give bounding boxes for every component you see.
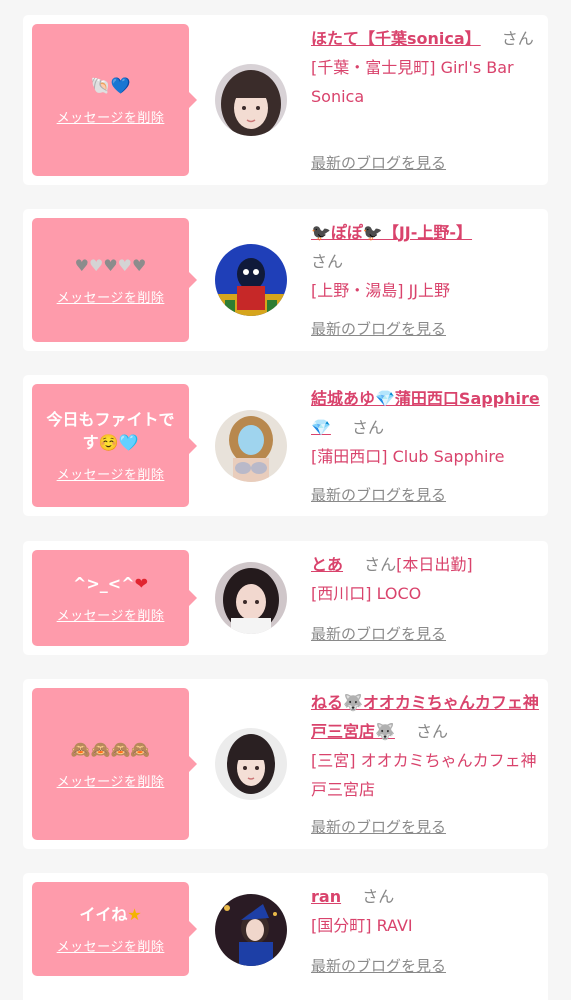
grey-heart-emoji: ♥ xyxy=(103,256,118,275)
area-shop: [三宮] オオカミちゃんカフェ神戸三宮店 xyxy=(311,751,537,799)
delete-message-link[interactable]: メッセージを削除 xyxy=(57,605,165,624)
cast-name-link[interactable]: ran xyxy=(311,887,341,906)
latest-blog-link[interactable]: 最新のブログを見る xyxy=(311,623,446,644)
avatar[interactable] xyxy=(215,894,287,966)
grey-heart-emoji: ♥ xyxy=(74,256,89,275)
grey-heart-emoji: ♥ xyxy=(132,256,147,275)
cast-name-link[interactable]: とあ xyxy=(311,555,343,574)
delete-message-link[interactable]: メッセージを削除 xyxy=(57,936,165,955)
avatar[interactable] xyxy=(215,244,287,316)
message-bubble: 🙈🙈🙈🙈 メッセージを削除 xyxy=(32,688,197,840)
honorific: さん xyxy=(364,555,397,574)
avatar[interactable] xyxy=(215,562,287,634)
message-card: ♥♥♥♥♥ メッセージを削除 🐦‍⬛ぽぽ🐦‍⬛【JJ-上野-】 さん [上野・湯… xyxy=(23,209,548,351)
message-text: 🙈🙈🙈🙈 xyxy=(70,740,151,759)
honorific: さん xyxy=(416,722,449,741)
message-bubble: 今日もファイトです☺️🩵 メッセージを削除 xyxy=(32,384,197,507)
latest-blog-link[interactable]: 最新のブログを見る xyxy=(311,816,446,837)
cast-name-link[interactable]: 🐦‍⬛ぽぽ🐦‍⬛【JJ-上野-】 xyxy=(311,223,472,242)
cast-info: 結城あゆ💎蒲田西口Sapphire💎 さん [蒲田西口] Club Sapphi… xyxy=(311,384,543,471)
shell-emoji: 🐚 xyxy=(90,76,111,95)
message-text: イイね★ xyxy=(79,903,141,926)
message-card: 🐚💙 メッセージを削除 ほたて【千葉sonica】 さん [千葉・富士見町] G… xyxy=(23,15,548,185)
honorific: さん xyxy=(362,887,395,906)
delete-message-link[interactable]: メッセージを削除 xyxy=(57,771,165,790)
cast-info: とあ さん[本日出勤] [西川口] LOCO xyxy=(311,550,543,608)
red-heart-emoji: ❤ xyxy=(134,574,149,593)
message-bubble: ^>_<^❤ メッセージを削除 xyxy=(32,550,197,646)
latest-blog-link[interactable]: 最新のブログを見る xyxy=(311,955,446,976)
area-shop: [千葉・富士見町] Girl's Bar Sonica xyxy=(311,58,514,106)
area-shop: [西川口] LOCO xyxy=(311,584,422,603)
message-bubble: 🐚💙 メッセージを削除 xyxy=(32,24,197,176)
message-text: ^>_<^❤ xyxy=(73,572,148,595)
cast-info: 🐦‍⬛ぽぽ🐦‍⬛【JJ-上野-】 さん [上野・湯島] JJ上野 xyxy=(311,218,543,305)
cast-info: ねる🐺オオカミちゃんカフェ神戸三宮店🐺 さん [三宮] オオカミちゃんカフェ神戸… xyxy=(311,688,543,804)
avatar[interactable] xyxy=(215,64,287,136)
honorific: さん xyxy=(311,252,344,271)
latest-blog-link[interactable]: 最新のブログを見る xyxy=(311,484,446,505)
message-word: イイね xyxy=(79,905,128,924)
blue-heart-emoji: 💙 xyxy=(110,76,131,95)
message-card: 🙈🙈🙈🙈 メッセージを削除 ねる🐺オオカミちゃんカフェ神戸三宮店🐺 さん [三宮… xyxy=(23,679,548,849)
cast-name-link[interactable]: ほたて【千葉sonica】 xyxy=(311,29,481,48)
cast-info: ほたて【千葉sonica】 さん [千葉・富士見町] Girl's Bar So… xyxy=(311,24,543,111)
work-status: [本日出勤] xyxy=(396,555,473,574)
message-text: 今日もファイトです☺️🩵 xyxy=(46,410,175,452)
area-shop: [国分町] RAVI xyxy=(311,916,413,935)
avatar[interactable] xyxy=(215,728,287,800)
message-card: ^>_<^❤ メッセージを削除 とあ さん[本日出勤] [西川口] LOCO 最… xyxy=(23,541,548,655)
delete-message-link[interactable]: メッセージを削除 xyxy=(57,287,165,306)
face-emoticon: ^>_<^ xyxy=(72,574,135,593)
area-shop: [蒲田西口] Club Sapphire xyxy=(311,447,505,466)
latest-blog-link[interactable]: 最新のブログを見る xyxy=(311,152,446,173)
message-card: イイね★ メッセージを削除 ran さん [国分町] RAVI 最新のブログを見… xyxy=(23,873,548,1000)
delete-message-link[interactable]: メッセージを削除 xyxy=(57,464,165,483)
message-bubble: イイね★ メッセージを削除 xyxy=(32,882,197,976)
honorific: さん xyxy=(352,418,385,437)
cast-info: ran さん [国分町] RAVI xyxy=(311,882,543,940)
white-heart-emoji: ♥ xyxy=(117,256,133,275)
white-heart-emoji: ♥ xyxy=(88,256,104,275)
message-bubble: ♥♥♥♥♥ メッセージを削除 xyxy=(32,218,197,342)
honorific: さん xyxy=(501,29,534,48)
latest-blog-link[interactable]: 最新のブログを見る xyxy=(311,318,446,339)
delete-message-link[interactable]: メッセージを削除 xyxy=(57,107,165,126)
message-text: ♥♥♥♥♥ xyxy=(75,254,147,277)
glowing-star-emoji: ★ xyxy=(127,905,142,924)
area-shop: [上野・湯島] JJ上野 xyxy=(311,281,451,300)
message-text: 🐚💙 xyxy=(91,74,131,97)
avatar[interactable] xyxy=(215,410,287,482)
message-card: 今日もファイトです☺️🩵 メッセージを削除 結城あゆ💎蒲田西口Sapphire💎… xyxy=(23,375,548,516)
